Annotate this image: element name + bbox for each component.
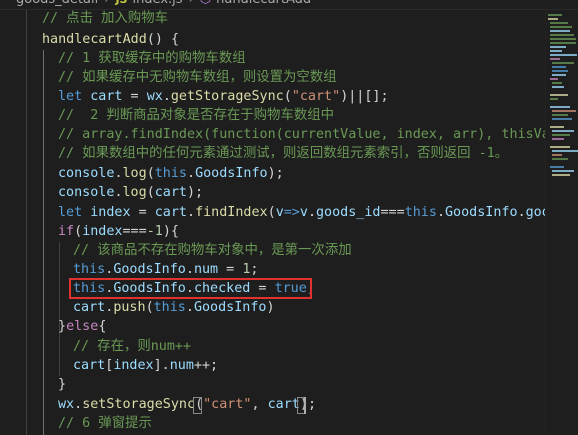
minimap-line — [552, 70, 568, 72]
minimap-line — [552, 82, 562, 84]
code-line-comment: // 该商品不存在购物车对象中，是第一次添加 — [73, 243, 352, 258]
minimap-line — [552, 66, 566, 68]
minimap-line — [552, 154, 562, 156]
breadcrumb-file[interactable]: index.js — [132, 0, 182, 9]
minimap-line — [550, 146, 570, 148]
minimap-line — [550, 22, 568, 24]
minimap-line — [552, 158, 568, 160]
minimap-line — [550, 78, 558, 80]
minimap[interactable] — [545, 10, 578, 435]
minimap-line — [550, 26, 572, 28]
minimap-line — [552, 150, 578, 152]
minimap-line — [550, 54, 577, 56]
indent-guide — [26, 10, 27, 435]
minimap-line — [550, 126, 564, 128]
chevron-right-icon: › — [104, 0, 109, 9]
minimap-line — [552, 110, 576, 112]
minimap-line — [552, 62, 574, 64]
code-line-close-brace: } — [58, 377, 67, 392]
code-line-comment: // 存在，则num++ — [73, 339, 192, 354]
breadcrumb: goods_detail › JS index.js › ⬡ handlecartAdd — [0, 0, 578, 10]
minimap-line — [550, 34, 574, 36]
minimap-line — [550, 58, 560, 60]
minimap-line — [552, 74, 566, 76]
code-line-let-cart: let cart = wx.getStorageSync("cart")||[]… — [58, 89, 389, 104]
indent-guide — [59, 242, 60, 376]
minimap-line — [552, 170, 574, 172]
minimap-line — [550, 106, 570, 108]
minimap-line — [548, 18, 558, 20]
minimap-line — [552, 138, 564, 140]
minimap-line — [550, 42, 576, 44]
code-line-comment: // 如果缓存中无购物车数组，则设置为空数组 — [58, 70, 337, 85]
code-line-else: }else{ — [58, 319, 107, 334]
minimap-line — [548, 14, 562, 16]
code-line-set-num: this.GoodsInfo.num = 1; — [73, 262, 259, 277]
minimap-line — [550, 94, 568, 96]
code-line-comment: // 点击 加入购物车 — [42, 11, 168, 26]
code-line-comment: // 2 判断商品对象是否存在于购物车数组中 — [58, 108, 335, 123]
code-line-comment: // 1 获取缓存中的购物车数组 — [58, 51, 246, 66]
code-line-comment: // array.findIndex(function(currentValue… — [58, 127, 545, 142]
minimap-line — [552, 134, 570, 136]
code-line-console-log-goodsinfo: console.log(this.GoodsInfo); — [58, 166, 284, 181]
code-line-console-log-cart: console.log(cart); — [58, 185, 204, 200]
minimap-line — [552, 86, 564, 88]
indent-guide — [43, 50, 44, 435]
minimap-line — [550, 46, 566, 48]
code-line-comment: // 如果数组中的任何元素通过测试，则返回数组元素索引，否则返回 -1。 — [58, 146, 509, 161]
minimap-line — [550, 30, 570, 32]
code-line-if-statement: if(index===-1){ — [58, 224, 179, 239]
code-editor-window: // 点击 加入购物车 handlecartAdd() { // 1 获取缓存中… — [0, 0, 578, 435]
chevron-right-icon: › — [189, 0, 194, 9]
minimap-line — [552, 114, 568, 116]
code-line-set-storage: wx.setStorageSync("cart", cart); — [58, 397, 316, 412]
code-line-comment: // 6 弹窗提示 — [58, 416, 152, 431]
minimap-line — [550, 50, 562, 52]
minimap-line — [550, 38, 576, 40]
minimap-line — [552, 174, 570, 176]
bracket-match-highlight — [193, 397, 202, 414]
highlight-annotation-box — [69, 278, 312, 299]
method-symbol-icon: ⬡ — [200, 0, 211, 9]
minimap-line — [550, 166, 564, 168]
minimap-line — [550, 98, 558, 100]
minimap-line — [552, 118, 572, 120]
breadcrumb-symbol[interactable]: handlecartAdd — [216, 0, 311, 9]
breadcrumb-folder[interactable]: goods_detail — [16, 0, 98, 9]
code-line-num-increment: cart[index].num++; — [73, 358, 219, 373]
code-line-let-index: let index = cart.findIndex(v=>v.goods_id… — [58, 205, 545, 220]
code-editor[interactable]: // 点击 加入购物车 handlecartAdd() { // 1 获取缓存中… — [0, 0, 545, 435]
javascript-file-icon: JS — [115, 0, 127, 9]
code-line-cart-push: cart.push(this.GoodsInfo) — [73, 300, 275, 315]
text-cursor — [304, 397, 306, 414]
minimap-line — [552, 130, 574, 132]
code-line-method-declaration: handlecartAdd() { — [42, 32, 180, 47]
